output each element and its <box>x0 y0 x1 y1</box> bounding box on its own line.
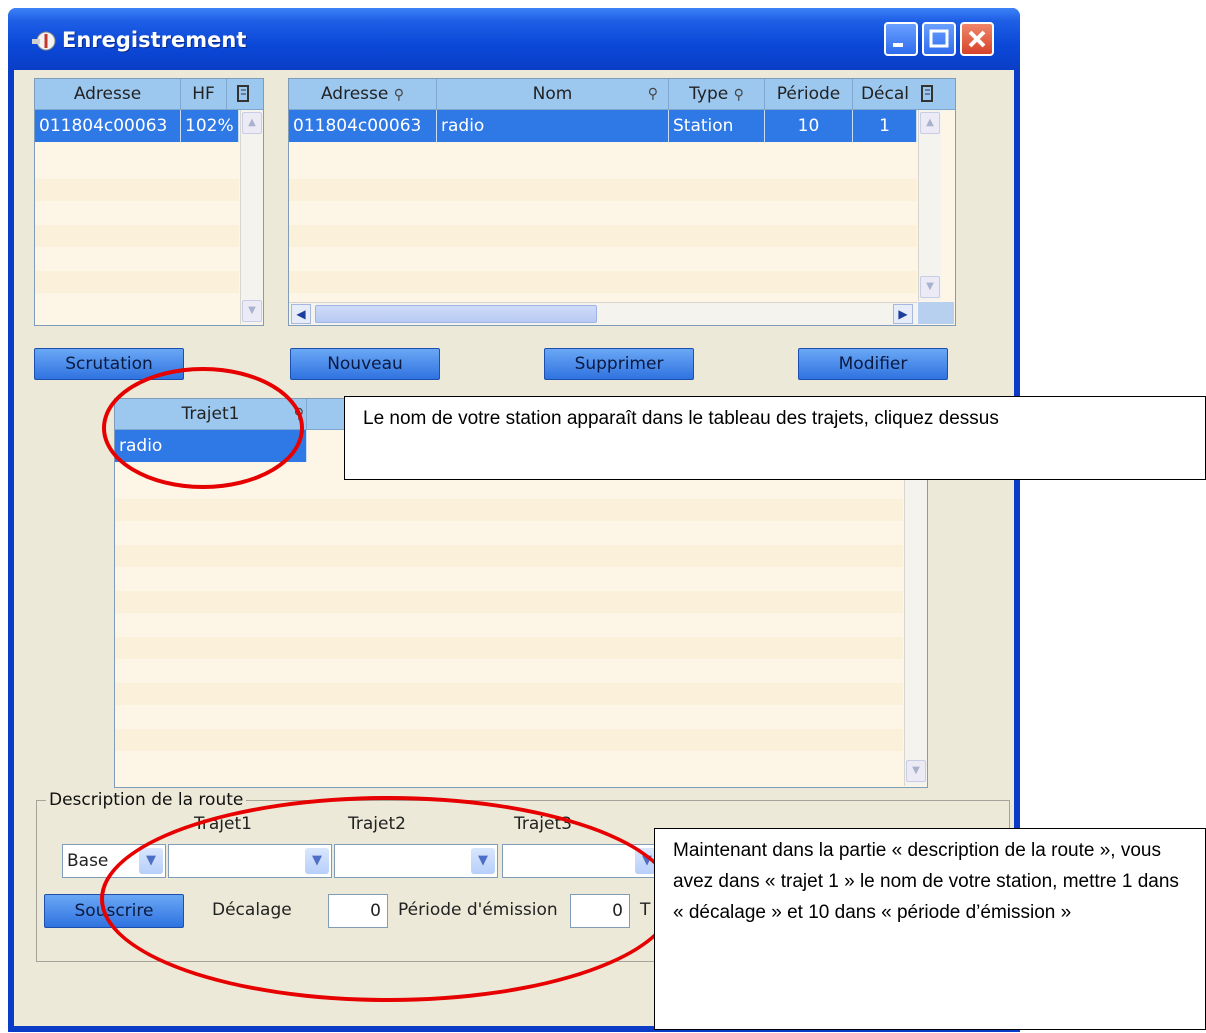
close-icon <box>968 30 986 48</box>
column-header-adresse[interactable]: Adresse ⚲ <box>289 79 437 109</box>
column-header-hf[interactable]: HF <box>181 79 227 109</box>
arrow-right-icon[interactable]: ▶ <box>893 304 913 324</box>
window-title: Enregistrement <box>62 28 247 52</box>
maximize-button[interactable] <box>922 22 956 56</box>
column-chooser-icon[interactable] <box>235 84 251 104</box>
arrow-up-icon[interactable]: ▲ <box>242 112 262 134</box>
arrow-down-icon[interactable]: ▼ <box>242 300 262 322</box>
column-header-nom[interactable]: Nom ⚲ <box>437 79 669 109</box>
cell-adresse: 011804c00063 <box>35 110 181 142</box>
scroll-thumb[interactable] <box>315 305 597 323</box>
device-table[interactable]: Adresse HF 011804c00063 102% ▲ ▼ <box>34 78 264 326</box>
callout-trajet: Le nom de votre station apparaît dans le… <box>344 396 1206 480</box>
cell-nom: radio <box>437 110 669 142</box>
cell-type: Station <box>669 110 765 142</box>
column-header-decal[interactable]: Décal <box>853 79 917 109</box>
arrow-left-icon[interactable]: ◀ <box>291 304 311 324</box>
minimize-button[interactable] <box>884 22 918 56</box>
cell-decal: 1 <box>853 110 917 142</box>
callout-route: Maintenant dans la partie « description … <box>654 828 1206 1030</box>
station-table-vscrollbar[interactable]: ▲ ▼ <box>918 110 941 301</box>
table-row[interactable]: 011804c00063 102% <box>35 110 239 142</box>
highlight-ellipse-trajet <box>102 367 304 489</box>
station-table[interactable]: Adresse ⚲ Nom ⚲ Type ⚲ Période Décal 011… <box>288 78 956 326</box>
table-row[interactable]: 011804c00063 radio Station 10 1 <box>289 110 917 142</box>
station-table-hscrollbar[interactable]: ◀ ▶ <box>289 302 917 325</box>
route-description-label: Description de la route <box>46 790 247 810</box>
column-chooser-icon[interactable] <box>919 84 935 104</box>
search-icon[interactable]: ⚲ <box>734 87 744 103</box>
arrow-down-icon[interactable]: ▼ <box>906 760 926 782</box>
minimize-icon <box>893 43 903 47</box>
column-header-type[interactable]: Type ⚲ <box>669 79 765 109</box>
highlight-ellipse-route <box>100 796 676 1002</box>
trajet-table-scrollbar[interactable]: ▼ <box>904 430 927 786</box>
device-table-scrollbar[interactable]: ▲ ▼ <box>240 110 263 324</box>
station-table-header: Adresse ⚲ Nom ⚲ Type ⚲ Période Décal <box>289 79 955 110</box>
device-table-header: Adresse HF <box>35 79 263 110</box>
search-icon[interactable]: ⚲ <box>394 87 404 103</box>
app-icon <box>32 31 56 51</box>
cell-adresse: 011804c00063 <box>289 110 437 142</box>
cell-periode: 10 <box>765 110 853 142</box>
modifier-button[interactable]: Modifier <box>798 348 948 380</box>
search-icon[interactable]: ⚲ <box>648 79 658 109</box>
column-header-periode[interactable]: Période <box>765 79 853 109</box>
maximize-icon <box>929 29 949 48</box>
cell-hf: 102% <box>181 110 239 142</box>
title-bar: Enregistrement <box>8 8 1020 70</box>
arrow-up-icon[interactable]: ▲ <box>920 112 940 134</box>
nouveau-button[interactable]: Nouveau <box>290 348 440 380</box>
close-button[interactable] <box>960 22 994 56</box>
column-header-adresse[interactable]: Adresse <box>35 79 181 109</box>
supprimer-button[interactable]: Supprimer <box>544 348 694 380</box>
arrow-down-icon[interactable]: ▼ <box>920 276 940 298</box>
